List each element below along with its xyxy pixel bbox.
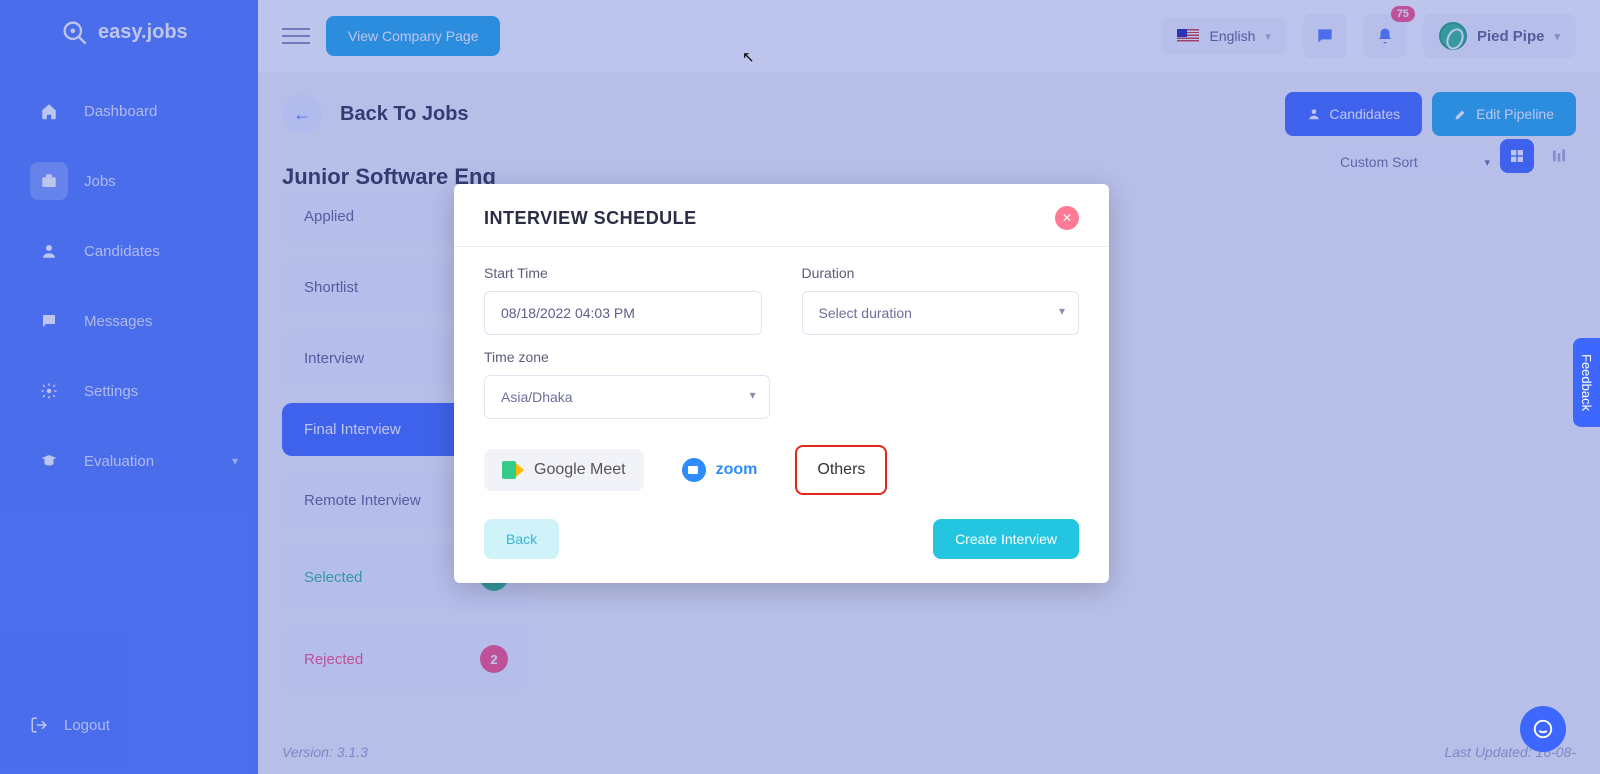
start-time-label: Start Time xyxy=(484,265,762,281)
duration-label: Duration xyxy=(802,265,1080,281)
google-meet-icon xyxy=(502,461,524,479)
chat-icon xyxy=(1532,718,1554,740)
start-time-input[interactable] xyxy=(484,291,762,335)
create-interview-button[interactable]: Create Interview xyxy=(933,519,1079,559)
meet-option-label: Google Meet xyxy=(534,461,626,479)
back-step-button[interactable]: Back xyxy=(484,519,559,559)
meet-option-label: zoom xyxy=(716,461,758,479)
timezone-label: Time zone xyxy=(484,349,770,365)
zoom-icon xyxy=(682,458,706,482)
interview-schedule-modal: INTERVIEW SCHEDULE ✕ Start Time Duration… xyxy=(454,184,1109,583)
meet-option-label: Others xyxy=(817,461,865,479)
close-button[interactable]: ✕ xyxy=(1055,206,1079,230)
modal-title: INTERVIEW SCHEDULE xyxy=(484,208,697,229)
duration-select[interactable]: Select duration xyxy=(802,291,1080,335)
meet-option-zoom[interactable]: zoom xyxy=(664,446,776,494)
timezone-select[interactable]: Asia/Dhaka xyxy=(484,375,770,419)
chat-bubble[interactable] xyxy=(1520,706,1566,752)
meet-option-google[interactable]: Google Meet xyxy=(484,449,644,491)
feedback-tab[interactable]: Feedback xyxy=(1573,338,1600,427)
meet-option-others[interactable]: Others xyxy=(795,445,887,495)
